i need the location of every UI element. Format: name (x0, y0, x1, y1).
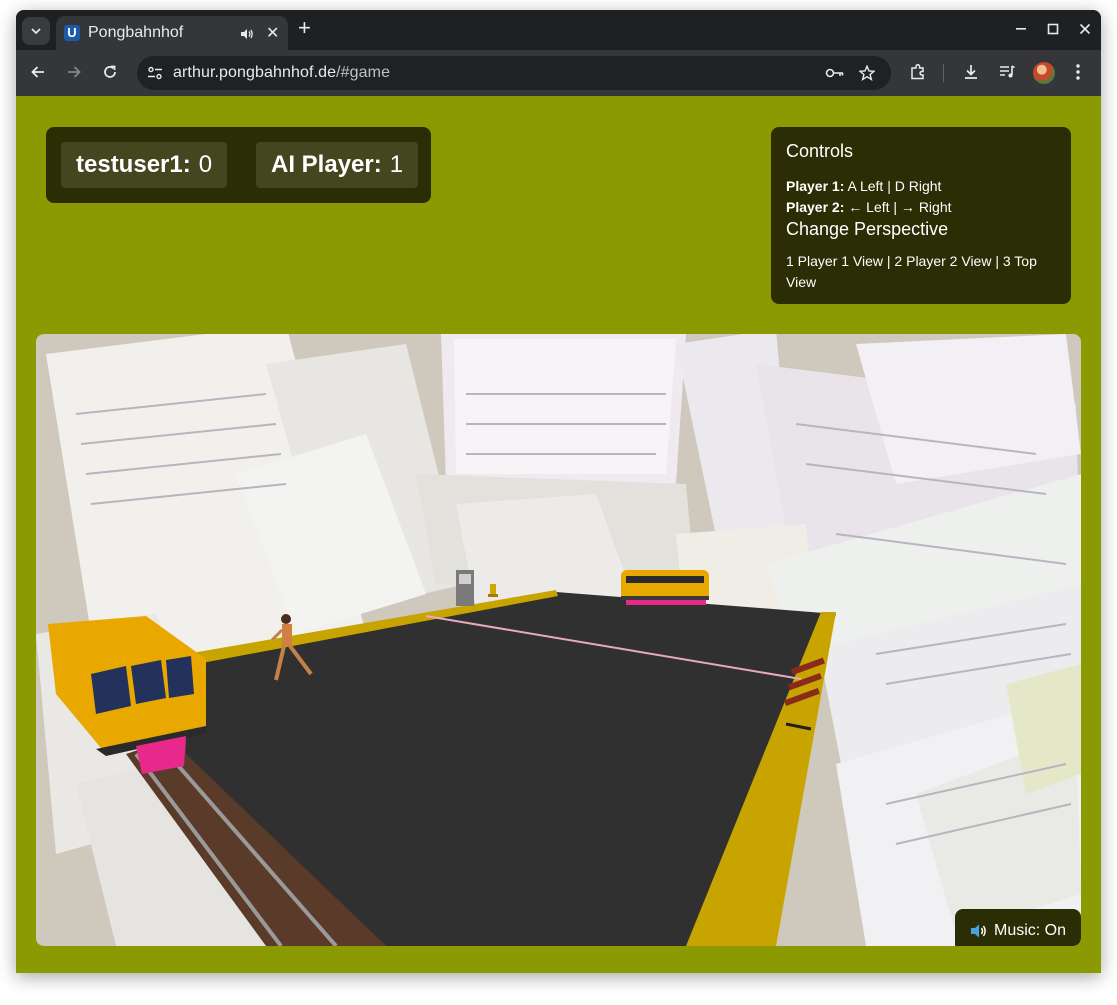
minimize-icon[interactable] (1015, 27, 1027, 31)
perspective-keys: 1 Player 1 View | 2 Player 2 View | 3 To… (786, 253, 1037, 290)
controls-panel: Controls Player 1: A Left | D Right Play… (771, 127, 1071, 304)
player2-score: 1 (389, 151, 404, 178)
music-toggle-label: Music: On (993, 921, 1066, 939)
tab-bar: U Pongbahnhof ✕ + (16, 10, 1101, 50)
url-path: /#game (336, 64, 391, 81)
tab-search-button[interactable] (22, 17, 50, 45)
player1-controls-keys: A Left | D Right (847, 178, 942, 194)
far-train-paddle (621, 570, 709, 605)
media-control-icon[interactable] (998, 63, 1016, 81)
player1-controls-label: Player 1: (786, 178, 845, 194)
controls-title: Controls (786, 141, 854, 161)
chevron-down-icon (31, 28, 41, 35)
player2-name: AI Player: (271, 151, 382, 178)
player2-controls-label: Player 2: (786, 199, 845, 215)
more-menu-icon[interactable] (1075, 63, 1081, 81)
ticket-machine (456, 570, 474, 606)
password-key-icon[interactable] (825, 65, 845, 81)
browser-toolbar: arthur.pongbahnhof.de/#game (16, 50, 1101, 96)
download-icon[interactable] (962, 63, 980, 81)
scoreboard: testuser1: 0 AI Player: 1 (46, 127, 431, 203)
speaker-icon (970, 924, 986, 937)
extensions-puzzle-icon[interactable] (909, 63, 927, 81)
music-toggle-button[interactable]: Music: On (955, 909, 1081, 946)
browser-window: U Pongbahnhof ✕ + arthur.pongbahnhof.de/… (16, 10, 1101, 973)
maximize-icon[interactable] (1047, 23, 1059, 35)
player1-controls: Player 1: A Left | D Right (786, 176, 1056, 197)
player1-score: 0 (198, 151, 213, 178)
game-canvas[interactable]: Music: On (36, 334, 1081, 946)
u-bahn-favicon-icon: U (64, 25, 80, 41)
audio-playing-icon[interactable] (240, 28, 254, 40)
tab-pongbahnhof[interactable]: U Pongbahnhof ✕ (56, 16, 288, 50)
back-arrow-icon[interactable] (30, 64, 46, 80)
toolbar-divider (943, 64, 944, 82)
player1-name: testuser1: (76, 151, 191, 178)
bookmark-star-icon[interactable] (859, 65, 875, 81)
reload-icon[interactable] (102, 64, 118, 80)
player1-score-chip: testuser1: 0 (61, 142, 228, 188)
player2-controls: Player 2: ← Left | → Right (786, 197, 1056, 218)
game-scene (36, 334, 1081, 946)
page-viewport: testuser1: 0 AI Player: 1 Controls Playe… (16, 96, 1101, 973)
tab-title: Pongbahnhof (88, 24, 184, 41)
close-window-icon[interactable] (1079, 23, 1091, 35)
url-text[interactable]: arthur.pongbahnhof.de/#game (173, 64, 390, 82)
forward-arrow-icon[interactable] (66, 64, 82, 80)
profile-avatar[interactable] (1033, 62, 1055, 84)
url-host: arthur.pongbahnhof.de (173, 64, 337, 81)
player2-controls-keys: ← Left | → Right (848, 199, 952, 215)
address-bar[interactable]: arthur.pongbahnhof.de/#game (137, 56, 891, 90)
close-tab-icon[interactable]: ✕ (266, 23, 279, 43)
perspective-title: Change Perspective (786, 219, 949, 239)
new-tab-icon[interactable]: + (298, 17, 311, 39)
site-settings-icon[interactable] (147, 65, 163, 81)
player2-score-chip: AI Player: 1 (256, 142, 419, 188)
